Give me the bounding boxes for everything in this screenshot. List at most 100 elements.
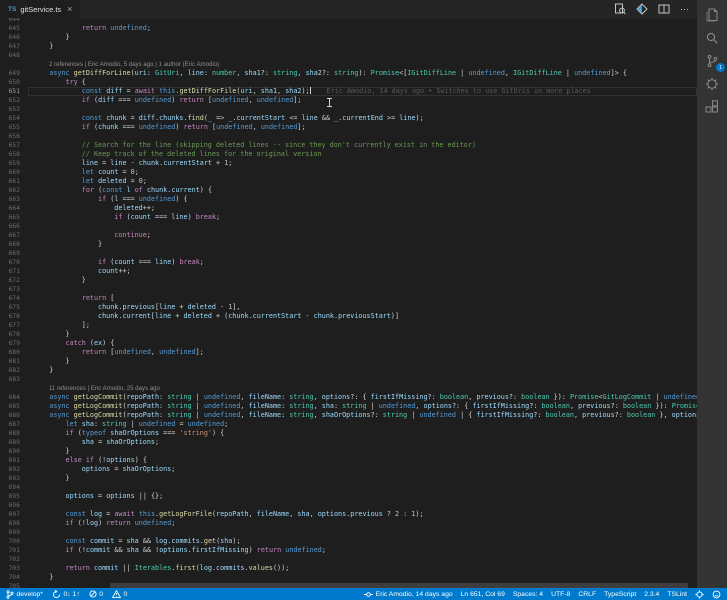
split-editor-icon[interactable] [658, 3, 670, 15]
code-line[interactable]: 702 [0, 555, 697, 564]
status-crlf[interactable]: CRLF [578, 591, 596, 598]
code-line[interactable]: 658 // Keep track of the deleted lines f… [0, 150, 697, 159]
code-line[interactable]: 687 let sha: string | undefined = undefi… [0, 420, 697, 429]
line-number[interactable]: 648 [0, 51, 28, 60]
tab-gitservice-ts[interactable]: TS gitService.ts × [0, 0, 82, 18]
line-number[interactable]: 653 [0, 105, 28, 114]
codelens-link[interactable]: 11 references | Eric Amodio, 25 days ago [49, 385, 160, 392]
line-number[interactable]: 704 [0, 573, 28, 582]
code-line[interactable]: 690 } [0, 447, 697, 456]
status-spaces-4[interactable]: Spaces: 4 [513, 591, 543, 598]
line-number[interactable]: 691 [0, 456, 28, 465]
status-typescript[interactable]: TypeScript [604, 591, 636, 598]
line-number[interactable]: 679 [0, 339, 28, 348]
line-number[interactable]: 651 [0, 87, 28, 96]
line-number[interactable]: 659 [0, 159, 28, 168]
line-number[interactable]: 645 [0, 24, 28, 33]
line-number[interactable]: 655 [0, 123, 28, 132]
line-number[interactable]: 692 [0, 465, 28, 474]
code-line[interactable]: 663 if (l === undefined) { [0, 195, 697, 204]
status-ln-651-col-69[interactable]: Ln 651, Col 69 [461, 591, 505, 598]
line-number[interactable]: 658 [0, 150, 28, 159]
code-line[interactable]: 696 [0, 501, 697, 510]
line-number[interactable]: 650 [0, 78, 28, 87]
code-line[interactable]: 649 async getDiffForLine(uri: GitUri, li… [0, 69, 697, 78]
code-line[interactable]: 677 ]; [0, 321, 697, 330]
status-sync[interactable]: 0↓ 1↑ [52, 589, 80, 599]
line-number[interactable] [0, 60, 28, 69]
status-tslint[interactable]: TSLint [667, 591, 687, 598]
line-number[interactable]: 701 [0, 546, 28, 555]
code-line[interactable]: 698 if (!log) return undefined; [0, 519, 697, 528]
code-line[interactable]: 681 } [0, 357, 697, 366]
code-line[interactable]: 657 // Search for the line (skipping del… [0, 141, 697, 150]
line-number[interactable]: 652 [0, 96, 28, 105]
line-number[interactable]: 669 [0, 249, 28, 258]
code-line[interactable]: 694 [0, 483, 697, 492]
activity-source-control[interactable]: 1 [697, 52, 727, 72]
code-line[interactable]: 673 [0, 285, 697, 294]
code-line[interactable]: 676 chunk.current[line + deleted + (chun… [0, 312, 697, 321]
line-number[interactable]: 681 [0, 357, 28, 366]
line-number[interactable]: 674 [0, 294, 28, 303]
toggle-blame-icon[interactable] [614, 3, 626, 15]
code-line[interactable]: 671 count++; [0, 267, 697, 276]
line-number[interactable]: 656 [0, 132, 28, 141]
line-number[interactable] [0, 384, 28, 393]
line-number[interactable]: 647 [0, 42, 28, 51]
code-line[interactable]: 667 continue; [0, 231, 697, 240]
code-line[interactable]: 680 return [undefined, undefined]; [0, 348, 697, 357]
code-line[interactable]: 659 line = line - chunk.currentStart + 1… [0, 159, 697, 168]
code-line[interactable]: 674 return [ [0, 294, 697, 303]
line-number[interactable]: 671 [0, 267, 28, 276]
code-line[interactable]: 683 [0, 375, 697, 384]
activity-search[interactable] [697, 29, 727, 47]
code-line[interactable]: 695 options = options || {}; [0, 492, 697, 501]
line-number[interactable]: 676 [0, 312, 28, 321]
line-number[interactable]: 666 [0, 222, 28, 231]
line-number[interactable]: 690 [0, 447, 28, 456]
line-number[interactable]: 662 [0, 186, 28, 195]
status-smiley[interactable] [712, 590, 721, 599]
code-line[interactable]: 662 for (const l of chunk.current) { [0, 186, 697, 195]
line-number[interactable]: 686 [0, 411, 28, 420]
line-number[interactable]: 663 [0, 195, 28, 204]
line-number[interactable]: 698 [0, 519, 28, 528]
line-number[interactable]: 683 [0, 375, 28, 384]
line-number[interactable]: 661 [0, 177, 28, 186]
line-number[interactable]: 660 [0, 168, 28, 177]
line-number[interactable]: 668 [0, 240, 28, 249]
code-line[interactable]: 654 const chunk = diff.chunks.find(_ => … [0, 114, 697, 123]
code-line[interactable]: 672 } [0, 276, 697, 285]
line-number[interactable]: 646 [0, 33, 28, 42]
status-commit[interactable]: Eric Amodio, 14 days ago [364, 590, 453, 599]
close-icon[interactable]: × [67, 4, 72, 14]
line-number[interactable]: 677 [0, 321, 28, 330]
line-number[interactable]: 687 [0, 420, 28, 429]
line-number[interactable]: 673 [0, 285, 28, 294]
line-number[interactable]: 702 [0, 555, 28, 564]
code-line[interactable]: 699 [0, 528, 697, 537]
code-line[interactable]: 675 chunk.previous[line + deleted - 1], [0, 303, 697, 312]
line-number[interactable]: 672 [0, 276, 28, 285]
line-number[interactable]: 665 [0, 213, 28, 222]
code-line[interactable]: 666 [0, 222, 697, 231]
code-line[interactable]: 656 [0, 132, 697, 141]
code-line[interactable]: 692 options = shaOrOptions; [0, 465, 697, 474]
line-number[interactable]: 694 [0, 483, 28, 492]
code-line[interactable]: 688 if (typeof shaOrOptions === 'string'… [0, 429, 697, 438]
code-line[interactable]: 645 return undefined; [0, 24, 697, 33]
line-number[interactable]: 680 [0, 348, 28, 357]
codelens-row[interactable]: 11 references | Eric Amodio, 25 days ago [0, 384, 697, 393]
code-line[interactable]: 670 if (count === line) break; [0, 258, 697, 267]
line-number[interactable]: 657 [0, 141, 28, 150]
status-utf-8[interactable]: UTF-8 [551, 591, 570, 598]
code-line[interactable]: 686 async getLogCommit(repoPath: string … [0, 411, 697, 420]
status-error[interactable]: 0 [89, 590, 103, 598]
line-number[interactable]: 685 [0, 402, 28, 411]
code-line[interactable]: 693 } [0, 474, 697, 483]
line-number[interactable]: 696 [0, 501, 28, 510]
line-number[interactable]: 695 [0, 492, 28, 501]
line-number[interactable]: 693 [0, 474, 28, 483]
codelens-link[interactable]: 2 references | Eric Amodio, 5 days ago |… [49, 61, 219, 68]
